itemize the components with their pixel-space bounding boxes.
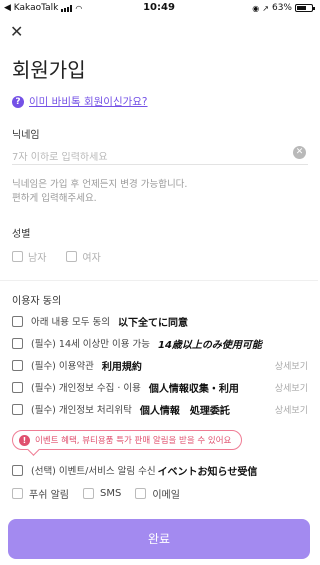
alert-icon: ! <box>19 434 30 446</box>
close-button[interactable]: ✕ <box>10 23 28 41</box>
channel-label: SMS <box>99 488 122 499</box>
page-title: 회원가입 <box>12 58 86 82</box>
checkbox[interactable] <box>12 464 23 476</box>
marketing-channels: 푸쉬 알림 SMS 이메일 <box>12 486 180 501</box>
nickname-helper-line1: 닉네임은 가입 후 언제든지 변경 가능합니다. <box>12 179 188 190</box>
channel-label: 푸쉬 알림 <box>29 490 69 501</box>
checkbox[interactable] <box>12 337 23 349</box>
checkbox[interactable] <box>66 251 78 262</box>
clear-icon[interactable]: ✕ <box>293 146 306 159</box>
status-right: ◉ ↗ 63% <box>252 3 315 13</box>
battery-percent: 63% <box>271 3 292 13</box>
agree-note: 個人情報 処理委託 <box>139 405 230 417</box>
agree-note: 利用規約 <box>101 361 142 373</box>
checkbox[interactable] <box>82 488 94 499</box>
channel-email[interactable]: 이메일 <box>135 486 180 501</box>
agree-marketing-row[interactable]: (선택) 이벤트/서비스 알림 수신 イベントお知らせ受信 <box>12 463 308 478</box>
agree-label: 아래 내용 모두 동의 <box>31 317 110 328</box>
nickname-field: ✕ <box>12 145 308 165</box>
gender-option-female[interactable]: 여자 <box>66 249 101 264</box>
agree-label: (선택) 이벤트/서비스 알림 수신 <box>31 466 156 477</box>
already-member-link[interactable]: ? 이미 바비톡 회원이신가요? <box>12 94 148 109</box>
gender-option-male[interactable]: 남자 <box>12 249 46 264</box>
gender-option-label: 남자 <box>28 253 47 264</box>
agree-all-row[interactable]: 아래 내용 모두 동의 以下全てに同意 <box>12 314 308 329</box>
agree-label: (필수) 14세 이상만 이용 가능 <box>31 339 150 350</box>
checkbox[interactable] <box>12 403 23 415</box>
status-bar: ◀ KakaoTalk ◠ 10:49 ◉ ↗ 63% <box>0 0 318 16</box>
agree-label: (필수) 개인정보 수집 · 이용 <box>31 383 141 394</box>
battery-fill <box>297 6 306 10</box>
checkbox[interactable] <box>12 381 23 393</box>
channel-sms[interactable]: SMS <box>82 486 122 501</box>
already-member-label[interactable]: 이미 바비톡 회원이신가요? <box>29 94 148 109</box>
detail-link[interactable]: 상세보기 <box>275 381 308 394</box>
detail-link[interactable]: 상세보기 <box>275 403 308 416</box>
agree-label: (필수) 이용약관 <box>31 361 94 372</box>
marketing-notice-tooltip: ! 이벤트 혜택, 뷰티용품 특가 판매 알림을 받을 수 있어요 <box>12 430 243 450</box>
agree-note: 以下全てに同意 <box>117 317 188 329</box>
checkbox[interactable] <box>12 315 23 327</box>
nickname-helper: 닉네임은 가입 후 언제든지 변경 가능합니다. 편하게 입력해주세요. <box>12 178 302 206</box>
nickname-helper-line2: 편하게 입력해주세요. <box>12 193 97 204</box>
agree-consignment-row[interactable]: (필수) 개인정보 처리위탁 個人情報 処理委託 상세보기 <box>12 402 308 417</box>
channel-push[interactable]: 푸쉬 알림 <box>12 486 69 501</box>
checkbox[interactable] <box>12 359 23 371</box>
consent-label: 이용자 동의 <box>12 296 62 307</box>
detail-link[interactable]: 상세보기 <box>275 359 308 372</box>
agree-label: (필수) 개인정보 처리위탁 <box>31 405 132 416</box>
channel-label: 이메일 <box>152 490 180 501</box>
lock-rotation-icon: ↗ <box>262 3 269 13</box>
agree-note: イベントお知らせ受信 <box>157 466 258 478</box>
nickname-label: 닉네임 <box>12 130 40 141</box>
agree-note: 個人情報収集・利用 <box>148 383 239 395</box>
location-icon: ◉ <box>252 3 260 13</box>
gender-options: 남자 여자 <box>12 249 101 264</box>
submit-button[interactable]: 완료 <box>8 519 310 559</box>
battery-icon <box>295 4 315 12</box>
nickname-input[interactable] <box>12 152 282 163</box>
notice-text: 이벤트 혜택, 뷰티용품 특가 판매 알림을 받을 수 있어요 <box>35 436 232 446</box>
checkbox[interactable] <box>135 488 147 499</box>
agree-note: 14歳以上のみ使用可能 <box>157 339 262 351</box>
agree-terms-row[interactable]: (필수) 이용약관 利用規約 상세보기 <box>12 358 308 373</box>
section-divider <box>0 280 318 281</box>
agree-privacy-row[interactable]: (필수) 개인정보 수집 · 이용 個人情報収集・利用 상세보기 <box>12 380 308 395</box>
checkbox[interactable] <box>12 251 23 262</box>
gender-label: 성별 <box>12 229 31 240</box>
question-icon: ? <box>12 95 24 108</box>
agree-age-row[interactable]: (필수) 14세 이상만 이용 가능 14歳以上のみ使用可能 <box>12 336 308 351</box>
checkbox[interactable] <box>12 488 23 499</box>
gender-option-label: 여자 <box>82 253 101 264</box>
